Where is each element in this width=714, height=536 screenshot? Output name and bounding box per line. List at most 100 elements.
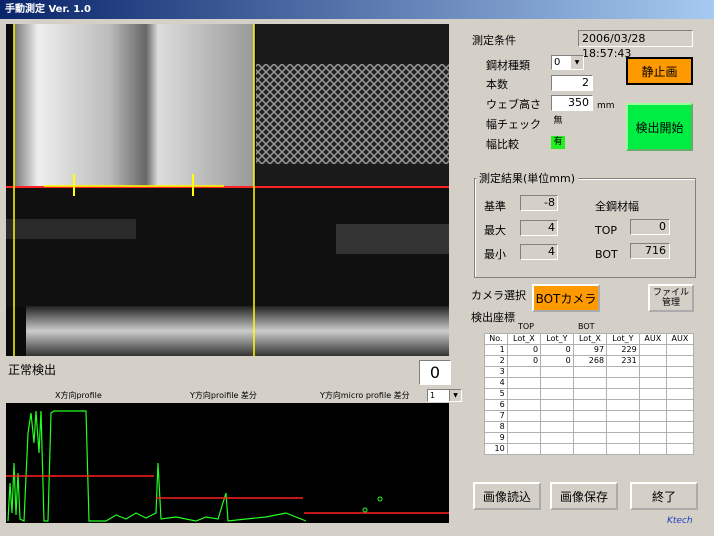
top-label: TOP <box>595 224 618 237</box>
coords-row: 9 <box>484 432 695 444</box>
coords-cell: 2 <box>484 355 508 367</box>
coords-cell <box>572 443 608 455</box>
coords-cell: 7 <box>484 410 508 422</box>
profile-select[interactable]: 1 ▼ <box>427 389 462 402</box>
coords-cell: 0 <box>540 355 574 367</box>
coords-cell: 0 <box>506 355 542 367</box>
status-box <box>6 360 401 382</box>
base-label: 基準 <box>484 200 506 213</box>
y-profile-label: Y方向proifile 差分 <box>190 391 257 400</box>
x-profile-label: X方向profile <box>55 391 102 400</box>
max-value-box: 4 <box>520 220 558 236</box>
coords-header-row: No. Lot_X Lot_Y Lot_X Lot_Y AUX AUX <box>484 333 695 345</box>
coords-cell <box>572 421 608 433</box>
still-image-button[interactable]: 静止画 <box>626 57 693 85</box>
coords-cell <box>665 366 695 378</box>
coords-cell <box>665 388 695 400</box>
coords-cell: 9 <box>484 432 508 444</box>
coords-cell: 5 <box>484 388 508 400</box>
coords-cell <box>506 399 542 411</box>
coords-cell <box>606 421 640 433</box>
coords-cell <box>638 421 667 433</box>
coords-cell: 229 <box>606 344 640 356</box>
chevron-down-icon[interactable]: ▼ <box>571 56 583 69</box>
camera-image <box>6 24 449 356</box>
conditions-title: 測定条件 <box>472 34 516 47</box>
datetime-display: 2006/03/28 18:57:43 <box>578 30 693 60</box>
coords-cell <box>638 443 667 455</box>
coords-row: 4 <box>484 377 695 389</box>
max-label: 最大 <box>484 224 506 237</box>
steel-type-value: 0 <box>554 57 561 68</box>
coords-cell <box>540 399 574 411</box>
coords-cell <box>572 410 608 422</box>
top-value: 0 <box>659 220 666 233</box>
base-value-box: -8 <box>520 195 558 211</box>
file-mgmt-line2: 管理 <box>661 298 680 308</box>
coords-cell <box>540 421 574 433</box>
status-text: 正常検出 <box>8 363 57 377</box>
min-value-box: 4 <box>520 244 558 260</box>
start-detection-button[interactable]: 検出開始 <box>626 103 693 151</box>
results-title: 測定結果(単位mm) <box>476 170 579 186</box>
coords-cell <box>572 377 608 389</box>
all-width-label: 全鋼材幅 <box>595 200 639 213</box>
coords-cell: 268 <box>572 355 608 367</box>
web-height-field[interactable]: 350 <box>551 95 593 111</box>
coords-header-cell: Lot_X <box>572 333 608 345</box>
web-height-unit: mm <box>597 101 615 111</box>
window-title: 手動測定 Ver. 1.0 <box>0 0 714 19</box>
exit-button[interactable]: 終了 <box>630 482 698 510</box>
coords-cell <box>572 388 608 400</box>
base-value: -8 <box>544 196 555 209</box>
coords-cell <box>638 377 667 389</box>
coords-cell <box>665 421 695 433</box>
coords-group-top: TOP <box>518 322 535 331</box>
count-field[interactable]: 2 <box>551 75 593 91</box>
width-check-value: 無 <box>553 116 563 126</box>
coords-cell <box>540 377 574 389</box>
count-display: 0 <box>419 360 451 385</box>
coords-cell <box>506 388 542 400</box>
max-value: 4 <box>548 221 555 234</box>
count-value: 0 <box>429 363 441 382</box>
coords-row: 5 <box>484 388 695 400</box>
width-compare-toggle[interactable]: 有 <box>551 136 565 149</box>
bot-value-box: 716 <box>630 243 670 259</box>
coords-header-cell: Lot_Y <box>606 333 640 345</box>
load-image-button[interactable]: 画像読込 <box>473 482 541 510</box>
coords-cell <box>540 366 574 378</box>
profile-plot <box>6 403 449 523</box>
coords-cell <box>572 432 608 444</box>
coords-cell <box>606 410 640 422</box>
save-image-button[interactable]: 画像保存 <box>550 482 618 510</box>
coords-cell <box>665 410 695 422</box>
camera-view[interactable] <box>6 24 449 356</box>
count-label: 本数 <box>486 78 508 91</box>
coords-cell <box>606 399 640 411</box>
bot-camera-button[interactable]: BOTカメラ <box>532 284 600 312</box>
camera-select-label: カメラ選択 <box>471 289 526 302</box>
coords-cell <box>638 410 667 422</box>
coords-header-cell: AUX <box>638 333 667 345</box>
coords-cell: 6 <box>484 399 508 411</box>
min-value: 4 <box>548 245 555 258</box>
coords-cell <box>665 443 695 455</box>
coords-cell <box>638 432 667 444</box>
coords-cell: 4 <box>484 377 508 389</box>
coords-cell <box>606 432 640 444</box>
coords-cell <box>540 388 574 400</box>
profile-plot-svg <box>6 410 449 522</box>
web-height-label: ウェブ高さ <box>486 98 541 111</box>
coords-cell: 1 <box>484 344 508 356</box>
steel-type-select[interactable]: 0 ▼ <box>551 55 584 70</box>
coords-cell: 231 <box>606 355 640 367</box>
coords-header-cell: Lot_X <box>506 333 542 345</box>
datetime-value: 2006/03/28 18:57:43 <box>582 32 646 60</box>
coords-cell <box>665 399 695 411</box>
file-management-button[interactable]: ファイル 管理 <box>648 284 694 312</box>
width-check-toggle[interactable]: 無 <box>551 115 565 128</box>
chevron-down-icon[interactable]: ▼ <box>449 390 461 401</box>
coords-cell: 10 <box>484 443 508 455</box>
coords-cell <box>606 377 640 389</box>
